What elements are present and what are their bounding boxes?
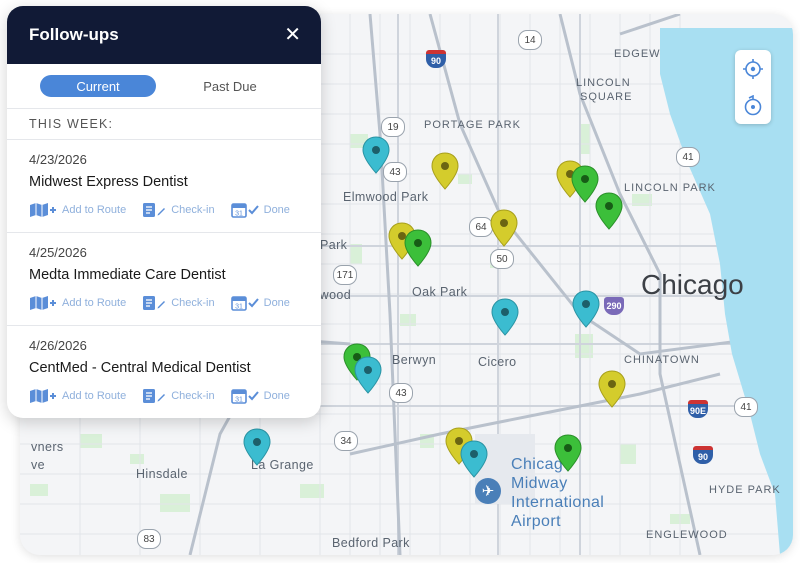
map-label-bedford-park: Bedford Park [332,536,410,550]
highway-shield: 34 [334,431,358,451]
interstate-shield: 90E [688,400,708,418]
map-label-edgewater: EDGEW [614,48,661,60]
add-to-route-button[interactable]: Add to Route [29,388,126,404]
calendar-check-icon: 31 [230,389,259,404]
highway-shield: 41 [676,147,700,167]
follow-up-item[interactable]: 4/26/2026 CentMed - Central Medical Dent… [7,326,321,418]
map-label-lincoln-square-1: LINCOLN [576,77,631,89]
map-label-cicero: Cicero [478,355,517,369]
map-pin-yellow[interactable] [598,370,626,408]
map-label-englewood: ENGLEWOOD [646,529,728,541]
calendar-check-icon: 31 [230,296,259,311]
highway-shield: 14 [518,30,542,50]
airport-icon: ✈ [475,478,501,504]
map-pin-green[interactable] [595,192,623,230]
done-button[interactable]: 31 Done [230,388,290,404]
map-route-icon [30,296,56,310]
highway-shield: 19 [381,117,405,137]
map-label-vners: vners [31,440,64,454]
follow-up-item[interactable]: 4/23/2026 Midwest Express Dentist Add to… [7,140,321,233]
svg-text:31: 31 [235,211,243,218]
check-in-button[interactable]: Check-in [142,202,215,218]
add-to-route-label: Add to Route [62,390,127,402]
follow-up-item[interactable]: 4/25/2026 Medta Immediate Care Dentist A… [7,233,321,326]
clipboard-edit-icon [143,296,166,310]
map-label-chinatown: CHINATOWN [624,354,700,366]
map-pin-teal[interactable] [491,298,519,336]
follow-up-name: Medta Immediate Care Dentist [29,267,226,283]
map-pin-teal[interactable] [243,428,271,466]
panel-header: Follow-ups ✕ [7,6,321,64]
highway-shield: 83 [137,529,161,549]
add-to-route-button[interactable]: Add to Route [29,295,126,311]
follow-up-name: Midwest Express Dentist [29,174,188,190]
calendar-check-icon: 31 [230,203,259,218]
map-label-berwyn: Berwyn [392,353,437,367]
panel-title: Follow-ups [29,25,119,44]
check-in-button[interactable]: Check-in [142,388,215,404]
follow-up-date: 4/23/2026 [29,152,87,167]
map-pin-teal[interactable] [572,290,600,328]
recenter-icon [744,94,762,115]
check-in-button[interactable]: Check-in [142,295,215,311]
close-icon[interactable]: ✕ [284,25,301,45]
map-pin-green[interactable] [554,434,582,472]
map-pin-teal[interactable] [460,440,488,478]
tab-bar: Current Past Due [7,64,321,109]
recenter-button[interactable] [735,87,771,124]
highway-shield: 41 [734,397,758,417]
follow-up-actions: Add to Route Check-in 31 Done [29,388,306,404]
done-label: Done [263,390,290,402]
add-to-route-label: Add to Route [62,297,127,309]
map-pin-teal[interactable] [362,136,390,174]
map-label-oak-park: Oak Park [412,285,468,299]
map-label-chicago: Chicago [641,269,744,300]
follow-up-date: 4/26/2026 [29,338,87,353]
highway-shield: 171 [333,265,357,285]
add-to-route-label: Add to Route [62,204,127,216]
map-route-icon [30,203,56,217]
map-label-elmwood-park: Elmwood Park [343,190,429,204]
follow-up-name: CentMed - Central Medical Dentist [29,360,251,376]
map-label-lincoln-square-2: SQUARE [580,91,633,103]
map-pin-teal[interactable] [354,356,382,394]
follow-up-actions: Add to Route Check-in 31 Done [29,202,306,218]
clipboard-edit-icon [143,389,166,403]
interstate-shield: 90 [426,50,446,68]
done-button[interactable]: 31 Done [230,295,290,311]
map-label-park: Park [320,238,348,252]
follow-ups-panel: Follow-ups ✕ Current Past Due THIS WEEK:… [7,6,321,418]
map-label-hyde-park: HYDE PARK [709,484,781,496]
interstate-shield: 290 [604,297,624,315]
map-controls [735,50,771,124]
follow-up-actions: Add to Route Check-in 31 Done [29,295,306,311]
tab-current[interactable]: Current [40,75,156,97]
check-in-label: Check-in [171,204,215,216]
clipboard-edit-icon [143,203,166,217]
check-in-label: Check-in [171,390,215,402]
map-route-icon [30,389,56,403]
map-pin-yellow[interactable] [431,152,459,190]
map-label-hinsdale: Hinsdale [136,467,188,481]
done-label: Done [263,204,290,216]
map-label-lincoln-park: LINCOLN PARK [624,182,716,194]
highway-shield: 43 [389,383,413,403]
svg-text:31: 31 [235,397,243,404]
map-pin-yellow[interactable] [490,209,518,247]
done-label: Done [263,297,290,309]
interstate-shield: 90 [693,446,713,464]
section-title: THIS WEEK: [7,109,321,140]
tab-past-due[interactable]: Past Due [172,75,288,97]
map-label-ve: ve [31,458,46,472]
add-to-route-button[interactable]: Add to Route [29,202,126,218]
svg-text:31: 31 [235,304,243,311]
crosshair-icon [743,58,763,79]
done-button[interactable]: 31 Done [230,202,290,218]
check-in-label: Check-in [171,297,215,309]
map-pin-green[interactable] [404,229,432,267]
highway-shield: 50 [490,249,514,269]
locate-me-button[interactable] [735,50,771,87]
follow-up-date: 4/25/2026 [29,245,87,260]
map-label-portage-park: PORTAGE PARK [424,119,521,131]
